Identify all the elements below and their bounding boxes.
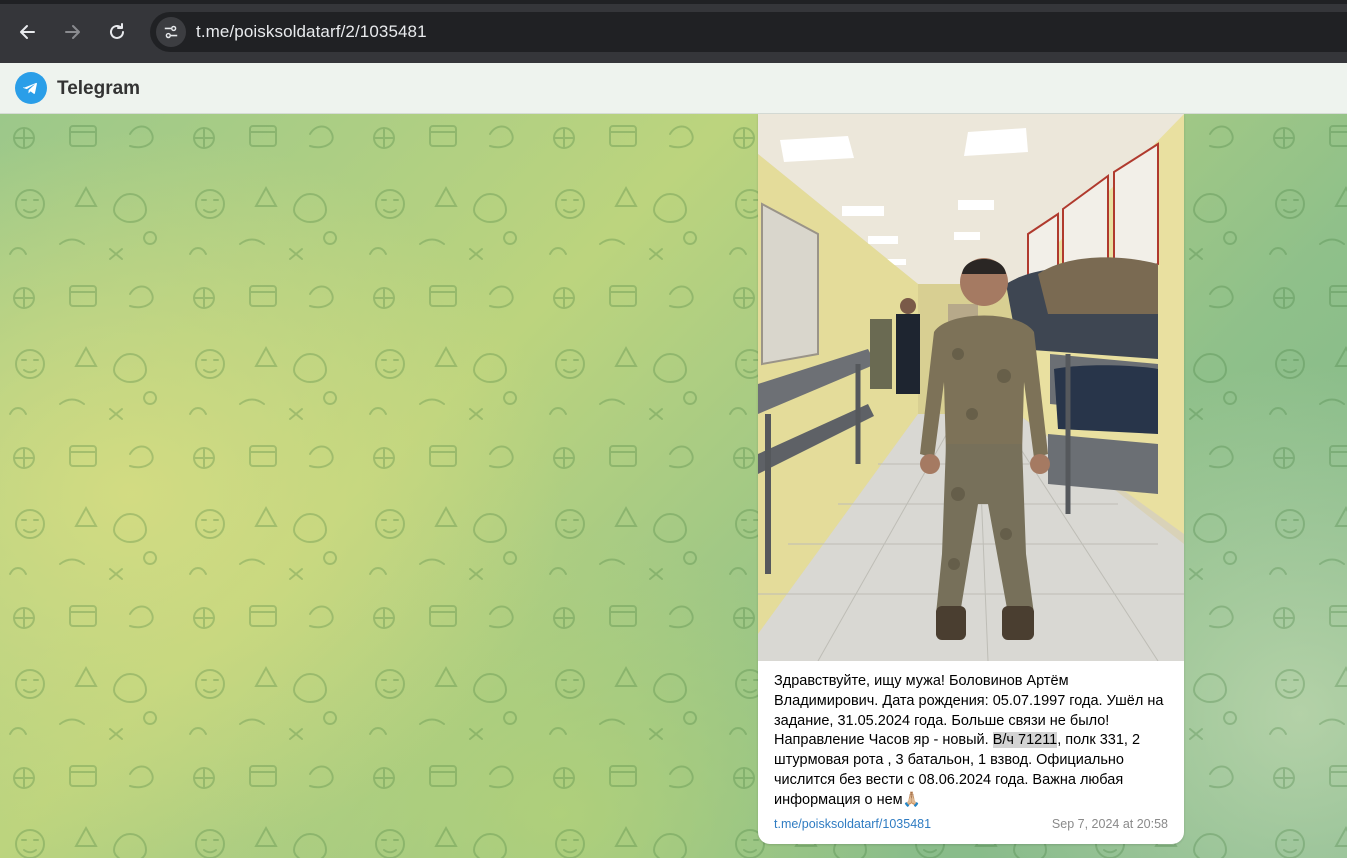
reload-button[interactable] (102, 17, 132, 47)
telegram-logo-icon[interactable] (15, 72, 47, 104)
message-timestamp[interactable]: Sep 7, 2024 at 20:58 (1052, 817, 1168, 831)
tab-strip (0, 0, 1347, 4)
message-link[interactable]: t.me/poisksoldatarf/1035481 (774, 817, 931, 831)
tune-icon (164, 25, 178, 39)
back-arrow-icon (20, 25, 35, 39)
url-text[interactable]: t.me/poisksoldatarf/2/1035481 (196, 22, 427, 42)
reload-icon (110, 23, 124, 39)
highlighted-text: В/ч 71211 (992, 732, 1058, 749)
browser-toolbar: t.me/poisksoldatarf/2/1035481 (0, 0, 1347, 63)
app-title[interactable]: Telegram (57, 78, 140, 100)
forward-button[interactable] (57, 17, 87, 47)
forward-arrow-icon (65, 25, 80, 39)
address-bar[interactable]: t.me/poisksoldatarf/2/1035481 (150, 12, 1347, 52)
message-photo[interactable] (758, 114, 1184, 661)
message-bubble: Здравствуйте, ищу мужа! Боловинов Артём … (758, 114, 1184, 844)
photo-soldier-in-hallway (758, 114, 1184, 661)
back-button[interactable] (13, 17, 43, 47)
site-info-button[interactable] (156, 17, 186, 47)
telegram-header: Telegram (0, 63, 1347, 114)
message-text: Здравствуйте, ищу мужа! Боловинов Артём … (774, 672, 1170, 811)
